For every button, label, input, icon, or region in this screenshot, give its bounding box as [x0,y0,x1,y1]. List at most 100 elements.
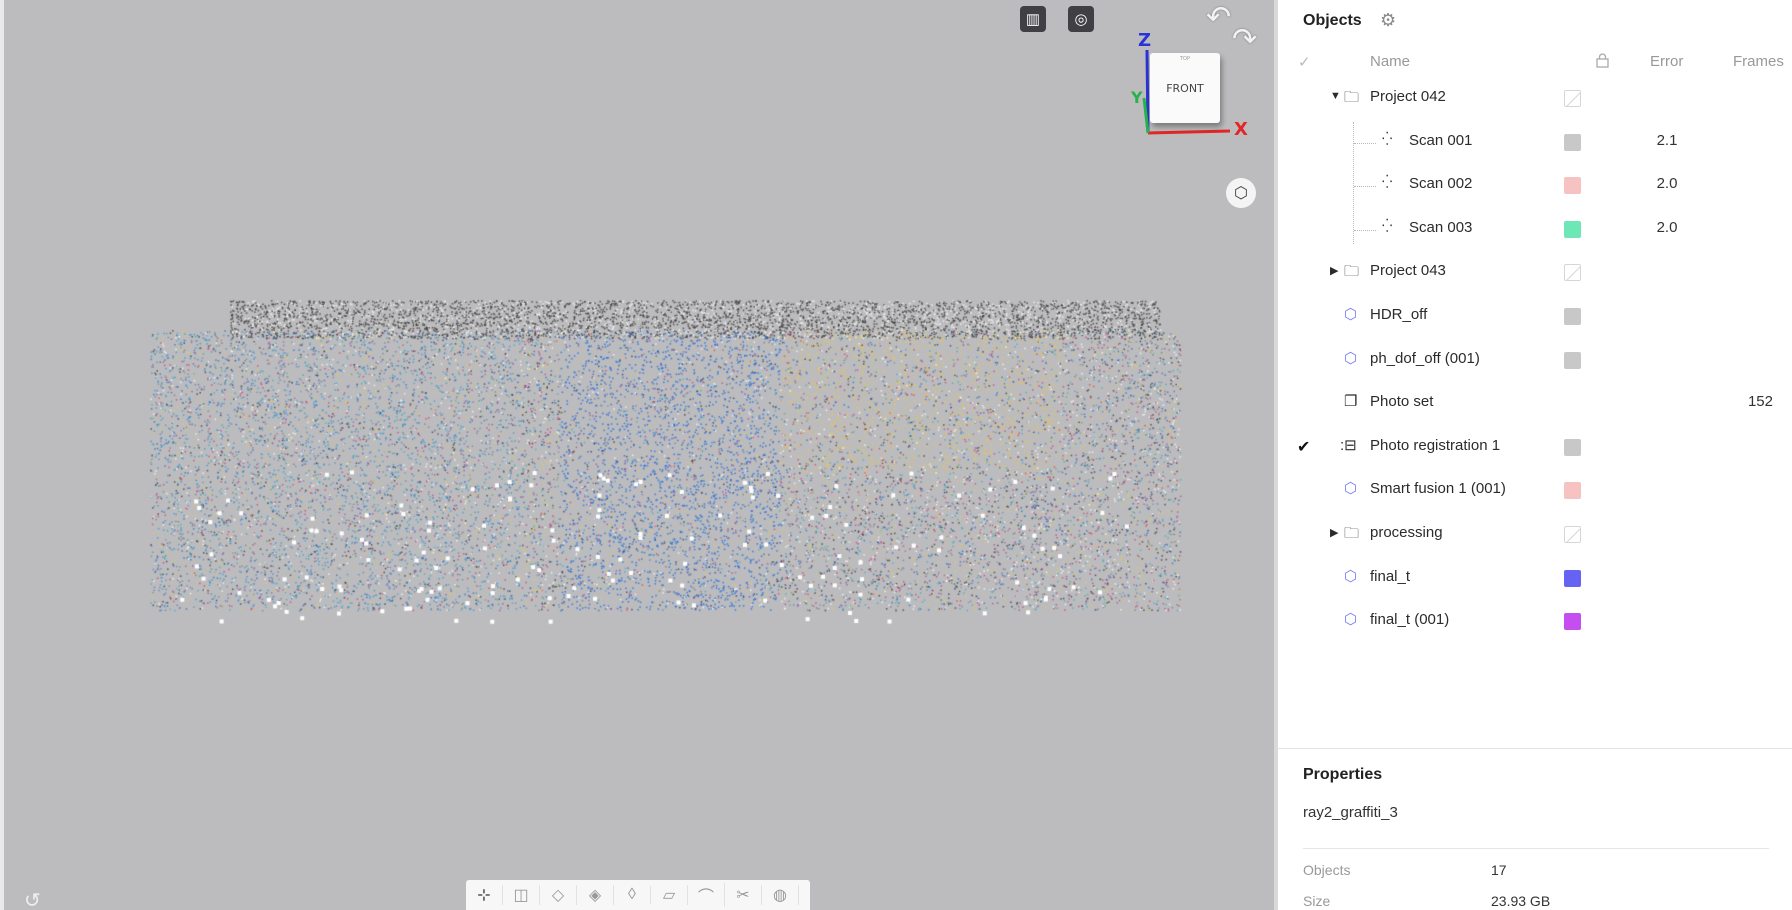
view-cube-button[interactable]: ⬡ [1226,178,1256,208]
object-name: Smart fusion 1 (001) [1370,480,1506,498]
expand-caret-icon[interactable]: ▶ [1330,526,1338,539]
object-row[interactable]: ▼ 🗀 Project 042 [1278,77,1792,120]
tree-branch [1354,229,1376,231]
object-name: final_t (001) [1370,611,1450,629]
color-swatch[interactable] [1564,220,1581,238]
focus-icon[interactable]: ◎ [1068,6,1094,32]
error-value: 2.0 [1656,175,1678,193]
collapse-caret-icon[interactable]: ▼ [1330,90,1341,102]
scan-points-icon: ⁛ [1382,174,1393,190]
object-name: final_t [1370,567,1411,585]
object-row[interactable]: ✔ :⊟ Photo registration 1 [1278,426,1792,469]
error-column-header[interactable]: Error [1650,53,1683,70]
back-view-icon[interactable]: ▱ [651,885,688,905]
photo-set-icon: ❐ [1344,393,1358,411]
left-view-icon[interactable]: ◇ [540,885,577,905]
color-swatch[interactable] [1564,438,1581,456]
prop-objects-value: 17 [1491,862,1507,878]
color-swatch[interactable] [1564,133,1581,151]
scan-points-icon: ⁛ [1382,130,1393,146]
no-color-swatch[interactable] [1564,526,1581,543]
orbit-icon[interactable]: ◍ [762,885,799,905]
properties-divider [1303,848,1769,849]
3d-viewport[interactable]: ▥ ◎ ↶ ↷ TOP FRONT Z Y X ⬡ ↺ ⊹ ◫ ◇ ◈ ◊ ▱ ⌒ ✂ ◍ [0,0,1274,910]
color-swatch[interactable] [1564,177,1581,195]
frames-value: 152 [1747,393,1773,411]
gear-icon[interactable]: ⚙ [1380,10,1396,31]
perspective-icon[interactable]: ▥ [1020,6,1046,32]
tree-branch [1354,186,1376,188]
object-row[interactable]: ▶ 🗀 processing [1278,513,1792,556]
check-column-icon[interactable]: ✓ [1298,53,1311,71]
cube-icon: ⬡ [1234,185,1248,202]
mesh-object-icon: ⬡ [1344,611,1358,629]
no-color-swatch[interactable] [1564,264,1581,282]
object-row[interactable]: ❐ Photo set 152 [1278,382,1792,425]
point-cloud[interactable] [0,0,1274,910]
lasso-icon[interactable]: ⌒ [688,883,725,907]
color-swatch[interactable] [1564,613,1581,631]
no-color-swatch[interactable] [1564,90,1581,107]
cube-top-label: TOP [1179,56,1190,62]
object-row[interactable]: ⬡ final_t (001) [1278,600,1792,643]
undo-icon[interactable]: ↺ [24,888,41,910]
object-name: Scan 003 [1409,218,1473,236]
mesh-object-icon: ⬡ [1344,480,1358,498]
bottom-toolbar: ⊹ ◫ ◇ ◈ ◊ ▱ ⌒ ✂ ◍ [466,880,810,910]
prop-size-label: Size [1303,893,1331,909]
color-swatch[interactable] [1564,482,1581,500]
cut-icon[interactable]: ✂ [725,885,762,905]
object-name: processing [1370,524,1443,541]
mesh-object-icon: ⬡ [1344,306,1358,323]
view-cube[interactable]: TOP FRONT [1150,53,1220,123]
cube-face-label: FRONT [1166,81,1204,95]
error-value: 2.1 [1656,131,1678,149]
z-axis-label: Z [1138,30,1152,51]
registration-icon: :⊟ [1340,436,1357,454]
object-name: ph_dof_off (001) [1370,349,1480,367]
object-name: Project 043 [1370,262,1446,280]
mesh-object-icon: ⬡ [1344,349,1358,367]
object-name: Project 042 [1370,88,1446,105]
box-view-icon[interactable]: ◫ [503,885,540,905]
folder-icon: 🗀 [1344,89,1360,106]
x-axis-label: X [1234,119,1248,140]
object-row[interactable]: ⁛ Scan 001 2.1 [1278,121,1792,164]
object-name: Photo registration 1 [1370,436,1501,454]
panel-divider[interactable] [1278,748,1792,749]
color-swatch[interactable] [1564,569,1581,587]
move-tool-icon[interactable]: ⊹ [466,885,503,905]
error-value: 2.0 [1656,218,1678,236]
object-row[interactable]: ▶ 🗀 Project 043 [1278,251,1792,294]
objects-panel: Objects ⚙ ✓ Name Error Frames ▼ 🗀 Project … [1274,0,1792,910]
color-swatch[interactable] [1564,308,1581,325]
folder-icon: 🗀 [1344,525,1360,542]
object-row[interactable]: ⬡ final_t [1278,557,1792,600]
visible-check-icon[interactable]: ✔ [1297,437,1310,457]
name-column-header[interactable]: Name [1370,53,1410,70]
view-gizmo[interactable]: TOP FRONT Z Y X [1130,28,1250,148]
object-row[interactable]: ⬡ Smart fusion 1 (001) [1278,469,1792,512]
right-view-icon[interactable]: ◈ [577,885,614,905]
color-swatch[interactable] [1564,351,1581,369]
object-row[interactable]: ⁛ Scan 002 2.0 [1278,164,1792,207]
object-name: Scan 001 [1409,131,1473,149]
objects-title: Objects [1303,12,1362,29]
scan-points-icon: ⁛ [1382,217,1393,233]
object-name: Scan 002 [1409,175,1473,193]
tree-branch [1354,142,1376,144]
object-row[interactable]: ⬡ HDR_off [1278,295,1792,338]
object-row[interactable]: ⬡ ph_dof_off (001) [1278,339,1792,382]
object-name: Photo set [1370,393,1434,411]
prop-objects-label: Objects [1303,862,1351,878]
front-view-icon[interactable]: ◊ [614,886,651,904]
expand-caret-icon[interactable]: ▶ [1330,264,1338,277]
lock-column-icon[interactable] [1596,53,1609,72]
properties-object-name: ray2_graffiti_3 [1303,804,1398,821]
properties-title: Properties [1303,766,1383,783]
object-name: HDR_off [1370,306,1428,323]
y-axis-label: Y [1131,88,1143,107]
frames-column-header[interactable]: Frames [1733,53,1784,70]
prop-size-value: 23.93 GB [1491,893,1551,909]
object-row[interactable]: ⁛ Scan 003 2.0 [1278,208,1792,251]
